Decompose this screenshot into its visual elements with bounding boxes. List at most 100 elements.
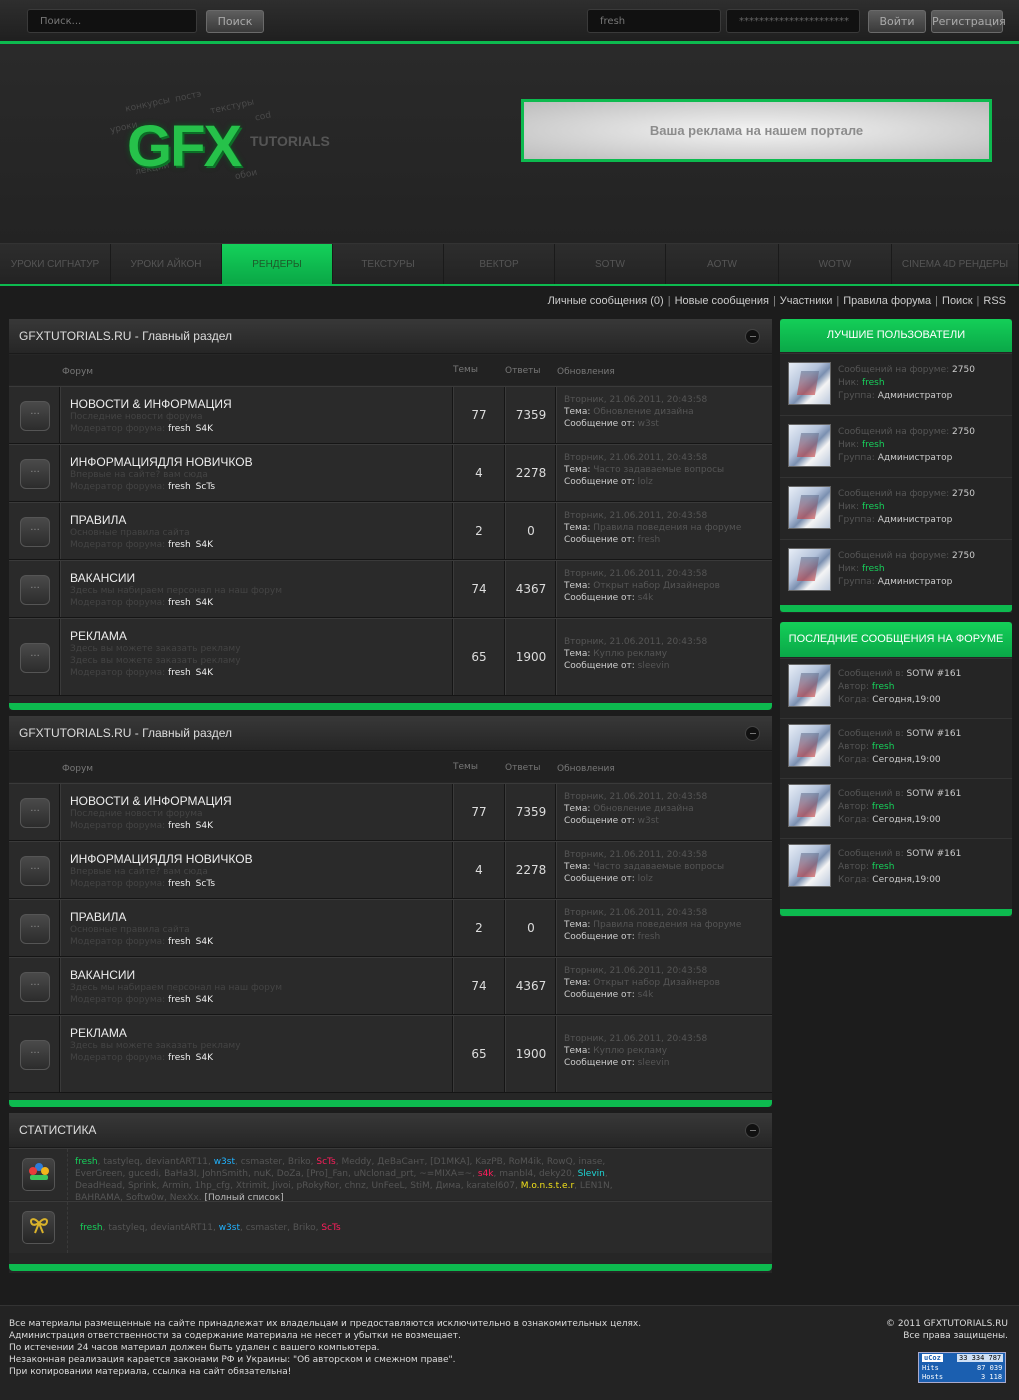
collapse-icon[interactable] — [745, 329, 760, 344]
user-nick-link[interactable]: fresh — [862, 440, 885, 450]
last-poster-link[interactable]: fresh — [638, 535, 661, 545]
user-nick-link[interactable]: fresh — [862, 378, 885, 388]
moderator-link[interactable]: S4K — [196, 598, 213, 608]
moderator-link[interactable]: ScTs — [196, 482, 215, 492]
online-user-link[interactable]: Jivoi — [272, 1181, 291, 1191]
post-thumbnail[interactable] — [788, 844, 831, 887]
last-poster-link[interactable]: w3st — [638, 816, 659, 826]
last-poster-link[interactable]: lolz — [638, 477, 653, 487]
last-poster-link[interactable]: fresh — [638, 932, 661, 942]
user-avatar[interactable] — [788, 486, 831, 529]
moderator-link[interactable]: S4K — [196, 995, 213, 1005]
post-topic-link[interactable]: SOTW #161 — [907, 669, 962, 679]
forum-name-link[interactable]: НОВОСТИ & ИНФОРМАЦИЯ — [70, 397, 232, 411]
forum-name-link[interactable]: ПРАВИЛА — [70, 513, 126, 527]
moderator-link[interactable]: S4K — [196, 424, 213, 434]
login-input[interactable]: fresh — [587, 9, 721, 33]
nav-item[interactable]: AOTW — [666, 244, 779, 285]
online-user-link[interactable]: karatel607 — [466, 1181, 515, 1191]
last-topic-link[interactable]: Открыт набор Дизайнеров — [593, 978, 720, 988]
last-poster-link[interactable]: lolz — [638, 874, 653, 884]
online-user-link[interactable]: KazPB — [475, 1157, 503, 1167]
last-poster-link[interactable]: s4k — [638, 990, 654, 1000]
moderator-link[interactable]: fresh — [168, 598, 191, 608]
nav-item[interactable]: WOTW — [779, 244, 892, 285]
last-post-item[interactable]: Сообщений в: SOTW #161 Автор: fresh Когда:… — [780, 658, 1012, 718]
online-user-link[interactable]: s4k — [478, 1169, 494, 1179]
moderator-link[interactable]: fresh — [168, 879, 191, 889]
user-avatar[interactable] — [788, 424, 831, 467]
ad-banner[interactable]: Ваша реклама на нашем портале — [521, 99, 992, 162]
last-topic-link[interactable]: Часто задаваемые вопросы — [593, 465, 724, 475]
online-user-link[interactable]: EverGreen — [75, 1169, 123, 1179]
online-user-link[interactable]: inase — [578, 1157, 602, 1167]
online-user-link[interactable]: ScTs — [321, 1223, 340, 1233]
moderator-link[interactable]: S4K — [196, 821, 213, 831]
online-user-link[interactable]: BaHa3I — [164, 1169, 196, 1179]
online-user-link[interactable]: gucedi — [128, 1169, 158, 1179]
online-user-link[interactable]: Briko — [288, 1157, 311, 1167]
top-link[interactable]: Правила форума — [843, 295, 931, 307]
online-user-link[interactable]: pRokyRor — [297, 1181, 339, 1191]
online-user-link[interactable]: Briko — [293, 1223, 316, 1233]
top-link[interactable]: Поиск — [942, 295, 972, 307]
register-button[interactable]: Регистрация — [931, 10, 1006, 33]
nav-item[interactable]: УРОКИ АЙКОН — [111, 244, 222, 285]
online-user-link[interactable]: RoM4ik — [509, 1157, 542, 1167]
online-user-link[interactable]: fresh — [75, 1157, 98, 1167]
nav-item[interactable]: SOTW — [555, 244, 666, 285]
collapse-icon[interactable] — [745, 726, 760, 741]
online-user-link[interactable]: ScTs — [316, 1157, 335, 1167]
nav-item[interactable]: CINEMA 4D РЕНДЕРЫ — [892, 244, 1019, 285]
online-user-link[interactable]: ~=MIXA=~ — [419, 1169, 472, 1179]
online-user-link[interactable]: w3st — [214, 1157, 235, 1167]
user-avatar[interactable] — [788, 548, 831, 591]
post-author-link[interactable]: fresh — [872, 682, 895, 692]
last-poster-link[interactable]: s4k — [638, 593, 654, 603]
online-user-link[interactable]: StiM — [410, 1181, 430, 1191]
last-topic-link[interactable]: Обновление дизайна — [593, 407, 693, 417]
online-user-link[interactable]: RowQ — [547, 1157, 573, 1167]
search-input[interactable]: Поиск... — [27, 9, 197, 33]
forum-name-link[interactable]: РЕКЛАМА — [70, 1026, 127, 1040]
user-nick-link[interactable]: fresh — [862, 502, 885, 512]
forum-name-link[interactable]: ВАКАНСИИ — [70, 571, 135, 585]
moderator-link[interactable]: fresh — [168, 668, 191, 678]
login-button[interactable]: Войти — [868, 10, 926, 33]
moderator-link[interactable]: S4K — [196, 937, 213, 947]
post-author-link[interactable]: fresh — [872, 802, 895, 812]
last-topic-link[interactable]: Куплю рекламу — [593, 649, 667, 659]
online-user-link[interactable]: M.o.n.s.t.e.r — [521, 1181, 574, 1191]
online-user-link[interactable]: ДеВаСант — [377, 1157, 424, 1167]
forum-name-link[interactable]: ИНФОРМАЦИЯДЛЯ НОВИЧКОВ — [70, 852, 253, 866]
top-link[interactable]: Личные сообщения (0) — [548, 295, 664, 307]
moderator-link[interactable]: S4K — [196, 668, 213, 678]
top-link[interactable]: Участники — [780, 295, 833, 307]
nav-item[interactable]: РЕНДЕРЫ — [222, 244, 333, 285]
last-poster-link[interactable]: sleevin — [638, 1058, 670, 1068]
moderator-link[interactable]: fresh — [168, 424, 191, 434]
moderator-link[interactable]: fresh — [168, 937, 191, 947]
post-topic-link[interactable]: SOTW #161 — [907, 789, 962, 799]
last-poster-link[interactable]: sleevin — [638, 661, 670, 671]
search-button[interactable]: Поиск — [206, 10, 264, 33]
online-user-link[interactable]: [Pro]_Fan — [307, 1169, 348, 1179]
online-user-link[interactable]: [D1MKA] — [430, 1157, 469, 1167]
online-user-link[interactable]: deviantART11 — [150, 1223, 213, 1233]
moderator-link[interactable]: fresh — [168, 995, 191, 1005]
best-user-item[interactable]: Сообщений на форуме: 2750 Ник: fresh Групп… — [780, 415, 1012, 477]
last-topic-link[interactable]: Куплю рекламу — [593, 1046, 667, 1056]
online-user-link[interactable]: uNclonad_prt — [354, 1169, 414, 1179]
online-user-link[interactable]: deviantART11 — [145, 1157, 208, 1167]
forum-name-link[interactable]: НОВОСТИ & ИНФОРМАЦИЯ — [70, 794, 232, 808]
forum-name-link[interactable]: ИНФОРМАЦИЯДЛЯ НОВИЧКОВ — [70, 455, 253, 469]
online-user-link[interactable]: w3st — [219, 1223, 240, 1233]
online-user-link[interactable]: UnFeeL — [371, 1181, 404, 1191]
last-post-item[interactable]: Сообщений в: SOTW #161 Автор: fresh Когда:… — [780, 778, 1012, 838]
online-user-link[interactable]: tastyleq — [108, 1223, 144, 1233]
best-user-item[interactable]: Сообщений на форуме: 2750 Ник: fresh Групп… — [780, 477, 1012, 539]
moderator-link[interactable]: fresh — [168, 482, 191, 492]
online-user-link[interactable]: csmaster — [246, 1223, 287, 1233]
online-user-link[interactable]: DeadHead — [75, 1181, 122, 1191]
post-author-link[interactable]: fresh — [872, 862, 895, 872]
